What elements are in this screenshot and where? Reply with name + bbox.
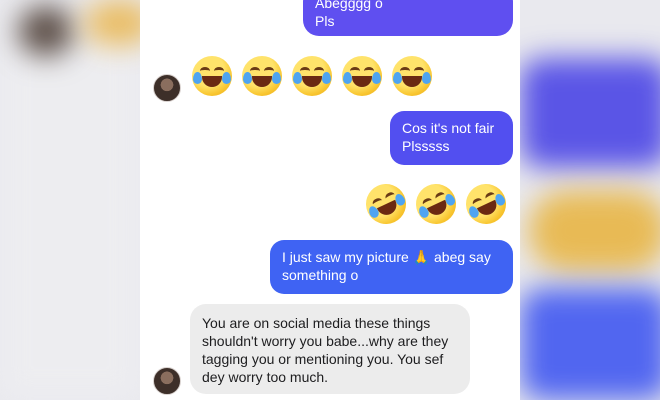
outgoing-message[interactable]: Cos it's not fair Plsssss bbox=[390, 111, 513, 165]
tears-of-joy-icon bbox=[392, 56, 432, 96]
outgoing-message[interactable]: I just saw my picture 🙏 abeg say somethi… bbox=[270, 240, 513, 294]
tears-of-joy-icon bbox=[192, 56, 232, 96]
incoming-message[interactable]: You are on social media these things sho… bbox=[190, 304, 470, 394]
tears-of-joy-icon bbox=[242, 56, 282, 96]
background-blur-bubble-bottom bbox=[520, 288, 660, 400]
rolling-on-floor-laughing-icon bbox=[459, 177, 513, 231]
rolling-on-floor-laughing-icon bbox=[409, 177, 463, 231]
background-blur-avatar bbox=[18, 6, 74, 56]
background-blur-left bbox=[0, 0, 140, 400]
tears-of-joy-icon bbox=[342, 56, 382, 96]
background-blur-bubble-top bbox=[520, 58, 660, 168]
tears-of-joy-icon bbox=[292, 56, 332, 96]
rolling-on-floor-laughing-icon bbox=[359, 177, 413, 231]
outgoing-message[interactable]: Abegggg o Pls bbox=[303, 0, 513, 36]
background-blur-emoji-right bbox=[528, 190, 660, 272]
contact-avatar[interactable] bbox=[153, 367, 181, 395]
chat-thread[interactable]: Abegggg o Pls Cos it's not fair Plsssss bbox=[140, 0, 520, 400]
contact-avatar[interactable] bbox=[153, 74, 181, 102]
